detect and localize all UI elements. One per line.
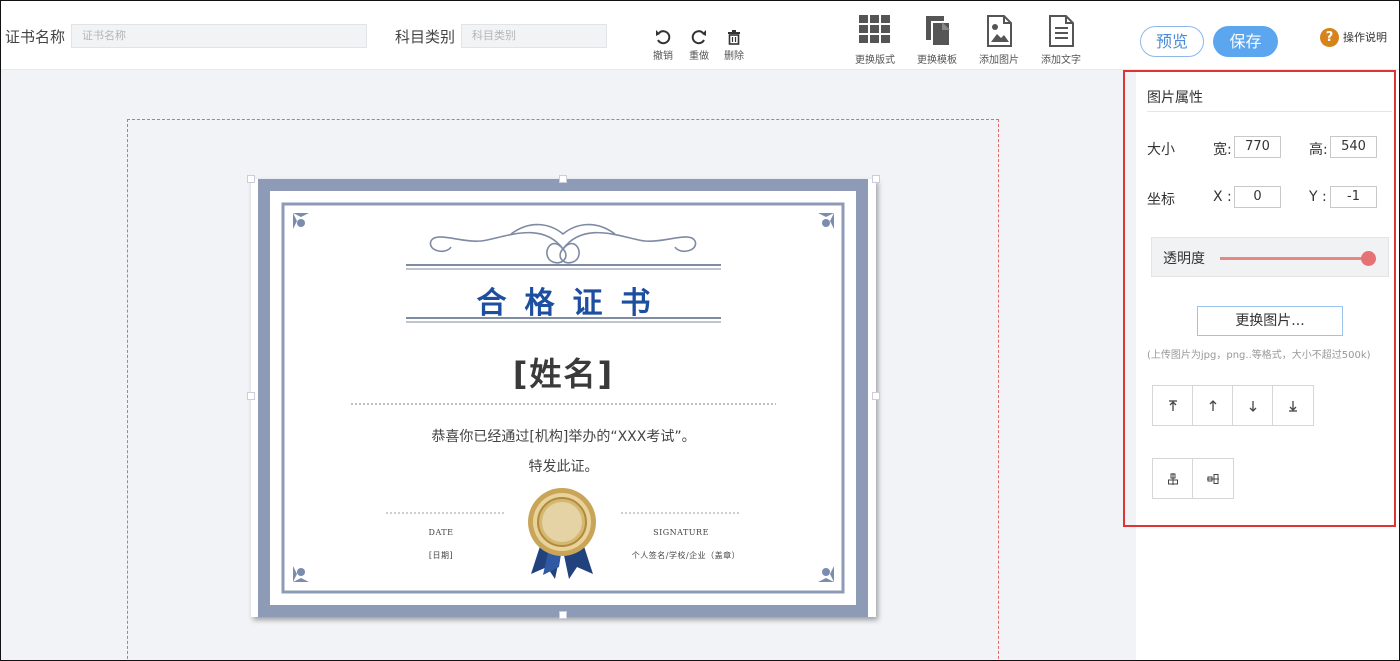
align-center-h-icon bbox=[1167, 472, 1178, 485]
cert-name-label: 证书名称 bbox=[5, 28, 66, 46]
signature-value: 个人签名/学校/企业（盖章） bbox=[631, 551, 741, 560]
align-horizontal-center-button[interactable] bbox=[1153, 459, 1193, 498]
opacity-slider-track[interactable] bbox=[1220, 257, 1366, 260]
panel-title: 图片属性 bbox=[1147, 90, 1203, 106]
cert-name-input[interactable]: 证书名称 bbox=[71, 24, 367, 48]
certificate-image[interactable]: 合格证书 [姓名] 恭喜你已经通过[机构]举办的“XXX考试”。 特发此证。 D… bbox=[247, 175, 880, 619]
opacity-slider-handle[interactable] bbox=[1361, 251, 1376, 266]
signature-heading: SIGNATURE bbox=[653, 528, 709, 537]
date-value: [日期] bbox=[428, 551, 454, 560]
change-layout-label: 更换版式 bbox=[855, 55, 895, 66]
resize-handle-right[interactable] bbox=[872, 392, 880, 400]
undo-icon bbox=[648, 28, 678, 46]
arrow-down-icon bbox=[1249, 400, 1256, 412]
replace-image-button[interactable]: 更换图片... bbox=[1197, 306, 1343, 336]
image-icon bbox=[969, 14, 1029, 48]
x-label: X : bbox=[1213, 189, 1232, 205]
upload-note: (上传图片为jpg，png..等格式，大小不超过500k) bbox=[1147, 350, 1371, 361]
image-properties-panel bbox=[1136, 70, 1400, 661]
undo-button[interactable]: 撤销 bbox=[648, 28, 678, 62]
delete-button[interactable]: 删除 bbox=[719, 28, 749, 62]
template-icon bbox=[907, 14, 967, 48]
change-template-button[interactable]: 更换模板 bbox=[907, 14, 967, 66]
resize-handle-top[interactable] bbox=[559, 175, 567, 183]
layer-order-group bbox=[1152, 385, 1314, 426]
coordinate-label: 坐标 bbox=[1147, 192, 1175, 208]
opacity-label: 透明度 bbox=[1163, 251, 1205, 267]
y-label: Y : bbox=[1309, 189, 1327, 205]
y-input[interactable]: -1 bbox=[1330, 186, 1377, 208]
panel-divider bbox=[1147, 111, 1392, 112]
certificate-name: [姓名] bbox=[512, 355, 615, 393]
bring-to-front-button[interactable] bbox=[1153, 386, 1193, 425]
category-input[interactable]: 科目类别 bbox=[461, 24, 607, 48]
redo-button[interactable]: 重做 bbox=[684, 28, 714, 62]
width-label: 宽: bbox=[1213, 142, 1232, 158]
send-to-back-button[interactable] bbox=[1273, 386, 1313, 425]
save-button[interactable]: 保存 bbox=[1213, 26, 1278, 57]
redo-label: 重做 bbox=[689, 51, 709, 62]
send-backward-button[interactable] bbox=[1233, 386, 1273, 425]
align-vertical-center-button[interactable] bbox=[1193, 459, 1233, 498]
undo-label: 撤销 bbox=[653, 51, 673, 62]
height-input[interactable]: 540 bbox=[1330, 136, 1377, 158]
certificate-title: 合格证书 bbox=[476, 286, 669, 321]
width-input[interactable]: 770 bbox=[1234, 136, 1281, 158]
delete-label: 删除 bbox=[724, 51, 744, 62]
add-text-button[interactable]: 添加文字 bbox=[1031, 14, 1091, 66]
size-label: 大小 bbox=[1147, 142, 1175, 158]
send-to-back-icon bbox=[1289, 400, 1297, 412]
help-label: 操作说明 bbox=[1343, 31, 1387, 44]
grid-icon bbox=[845, 14, 905, 48]
add-image-label: 添加图片 bbox=[979, 55, 1019, 66]
preview-button[interactable]: 预览 bbox=[1140, 26, 1204, 57]
add-image-button[interactable]: 添加图片 bbox=[969, 14, 1029, 66]
add-text-label: 添加文字 bbox=[1041, 55, 1081, 66]
change-template-label: 更换模板 bbox=[917, 55, 957, 66]
bring-to-front-icon bbox=[1168, 399, 1177, 411]
resize-handle-left[interactable] bbox=[247, 392, 255, 400]
trash-icon bbox=[719, 28, 749, 46]
date-heading: DATE bbox=[428, 528, 454, 537]
resize-handle-bottom[interactable] bbox=[559, 611, 567, 619]
align-group bbox=[1152, 458, 1234, 499]
certificate-frame bbox=[258, 179, 868, 617]
help-link[interactable]: ? 操作说明 bbox=[1320, 26, 1387, 48]
help-icon: ? bbox=[1320, 27, 1339, 47]
height-label: 高: bbox=[1309, 142, 1328, 158]
certificate-body-line1: 恭喜你已经通过[机构]举办的“XXX考试”。 bbox=[431, 429, 696, 445]
top-toolbar: 证书名称 证书名称 科目类别 科目类别 撤销 重做 删除 更换版式 更换模板 添… bbox=[0, 0, 1400, 70]
redo-icon bbox=[684, 28, 714, 46]
x-input[interactable]: 0 bbox=[1234, 186, 1281, 208]
certificate-body-line2: 特发此证。 bbox=[528, 459, 599, 475]
resize-handle-top-left[interactable] bbox=[247, 175, 255, 183]
bring-forward-button[interactable] bbox=[1193, 386, 1233, 425]
change-layout-button[interactable]: 更换版式 bbox=[845, 14, 905, 66]
resize-handle-top-right[interactable] bbox=[872, 175, 880, 183]
arrow-up-icon bbox=[1209, 399, 1216, 411]
align-center-v-icon bbox=[1207, 473, 1219, 484]
document-text-icon bbox=[1031, 14, 1091, 48]
category-label: 科目类别 bbox=[395, 28, 456, 46]
